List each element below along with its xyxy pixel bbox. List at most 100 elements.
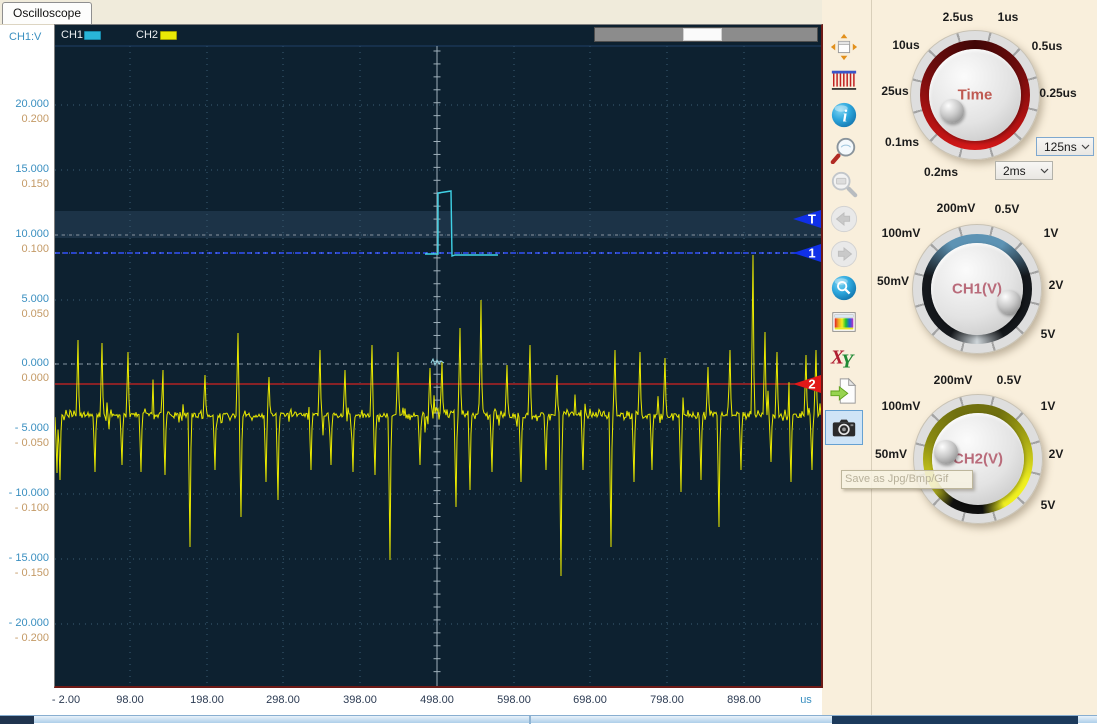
y-axis-label-ch1: 10.000 [15,228,49,240]
x-axis-label: 398.00 [343,694,377,706]
zoom-in-icon [830,136,858,164]
x-axis-area: - 2.0098.00198.00298.00398.00498.00598.0… [0,688,822,714]
ch1-knob-face: CH1(V) [931,243,1023,335]
ch1-scale-label: 2V [1049,278,1064,292]
x-axis-label: 298.00 [266,694,300,706]
ch1-scale-label: 0.5V [995,202,1020,216]
camera-icon [830,414,858,442]
time-knob-indicator [940,99,964,123]
time-scale-label: 1us [998,10,1019,24]
ch1-volts-knob[interactable]: CH1(V) [912,224,1042,354]
zoom-out-button[interactable] [827,167,861,200]
plot-scrollbar-thumb[interactable] [683,28,722,41]
ch2-scale-label: 2V [1049,447,1064,461]
y-axis-label-ch1: - 15.000 [9,552,49,564]
zoom-region-button[interactable] [827,271,861,304]
ch2-trace [55,255,821,576]
x-axis-label: 98.00 [116,694,144,706]
xy-mode-button[interactable]: X Y [827,340,861,373]
panel-divider [871,0,872,715]
save-image-tooltip: Save as Jpg/Bmp/Gif [841,470,973,489]
y-axis-label-ch2: - 0.050 [15,437,49,449]
forward-arrow-icon [830,240,858,268]
timebase-dropdown[interactable]: 2ms [995,161,1053,180]
ch1-color-swatch [84,31,101,40]
oscilloscope-window: Oscilloscope 20.0000.20015.0000.15010.00… [0,0,1097,723]
plot-scrollbar[interactable] [594,27,818,42]
zoom-out-icon [830,170,858,198]
sample-time-value: 125ns [1037,140,1078,154]
x-axis-label: - 2.00 [52,694,80,706]
xy-mode-icon: X Y [830,343,858,371]
colors-palette-icon [830,308,858,336]
taskbar-strip [0,715,1097,723]
ch2-scale-label: 0.5V [997,373,1022,387]
y-axis-label-ch1: - 5.000 [15,422,49,434]
y-axis-area: 20.0000.20015.0000.15010.0000.1005.0000.… [0,25,54,686]
svg-text:1: 1 [808,246,815,261]
time-scale-label: 0.5us [1032,39,1063,53]
ch2-knob-indicator [934,440,958,464]
info-icon: i [830,101,858,129]
ch2-color-swatch [160,31,177,40]
ch2-scale-label: 50mV [875,447,907,461]
info-button[interactable]: i [827,98,861,131]
y-axis-label-ch1: 0.000 [21,357,49,369]
time-knob-face: Time [929,49,1021,141]
ch1-scale-label: 200mV [937,201,976,215]
tab-oscilloscope[interactable]: Oscilloscope [2,2,92,24]
y-axis-label-ch1: 20.000 [15,98,49,110]
export-button[interactable] [827,374,861,407]
x-axis-label: 498.00 [420,694,454,706]
x-axis-unit-label: us [800,694,812,706]
y-axis-label-ch1: - 10.000 [9,487,49,499]
plot-area: T 1 2 CH1 CH2 [54,24,823,688]
x-axis-label: 798.00 [650,694,684,706]
ch1-zero-marker[interactable]: 1 [793,244,821,262]
ch1-scale-label: 5V [1041,327,1056,341]
ch1-knob-indicator [997,290,1021,314]
ch1-legend-label: CH1 [61,29,83,41]
chevron-down-icon [1037,168,1052,174]
forward-button[interactable] [827,237,861,270]
sample-time-dropdown[interactable]: 125ns [1036,137,1094,156]
time-scale-label: 25us [881,84,908,98]
y-axis-label-ch1: - 20.000 [9,617,49,629]
time-scale-label: 0.1ms [885,135,919,149]
back-button[interactable] [827,202,861,235]
ch2-scale-label: 1V [1041,399,1056,413]
time-knob[interactable]: Time [910,30,1040,160]
colors-button[interactable] [827,305,861,338]
ch1-scale-label: 1V [1044,226,1059,240]
ch2-scale-label: 200mV [934,373,973,387]
time-knob-label: Time [929,87,1021,104]
ch2-scale-label: 100mV [882,399,921,413]
time-scale-label: 0.2ms [924,165,958,179]
svg-text:i: i [843,106,848,125]
ch2-legend-label: CH2 [136,29,158,41]
svg-text:T: T [808,212,816,227]
save-image-button[interactable] [825,410,863,445]
samples-button[interactable] [827,64,861,97]
zoom-in-button[interactable] [827,133,861,166]
pan-button[interactable] [827,30,861,63]
y-axis-label-ch2: 0.050 [21,308,49,320]
x-axis-label: 198.00 [190,694,224,706]
y-axis-label-ch2: 0.200 [21,113,49,125]
ch1-scale-label: 100mV [882,226,921,240]
waveform-canvas: T 1 2 [55,25,821,686]
y-axis-label-ch2: - 0.150 [15,567,49,579]
ch2-scale-label: 5V [1041,498,1056,512]
y-axis-label-ch1: 5.000 [21,293,49,305]
y-axis-label-ch2: 0.000 [21,372,49,384]
chevron-down-icon [1078,144,1093,150]
y-axis-label-ch2: 0.100 [21,243,49,255]
time-scale-label: 0.25us [1039,86,1076,100]
pan-icon [830,33,858,61]
y-axis-label-ch2: - 0.100 [15,502,49,514]
export-file-icon [830,377,858,405]
y-axis-label-ch2: 0.150 [21,178,49,190]
tab-strip: Oscilloscope [0,0,822,25]
svg-text:2: 2 [808,377,815,392]
ch2-volts-knob[interactable]: CH2(V) [913,394,1043,524]
